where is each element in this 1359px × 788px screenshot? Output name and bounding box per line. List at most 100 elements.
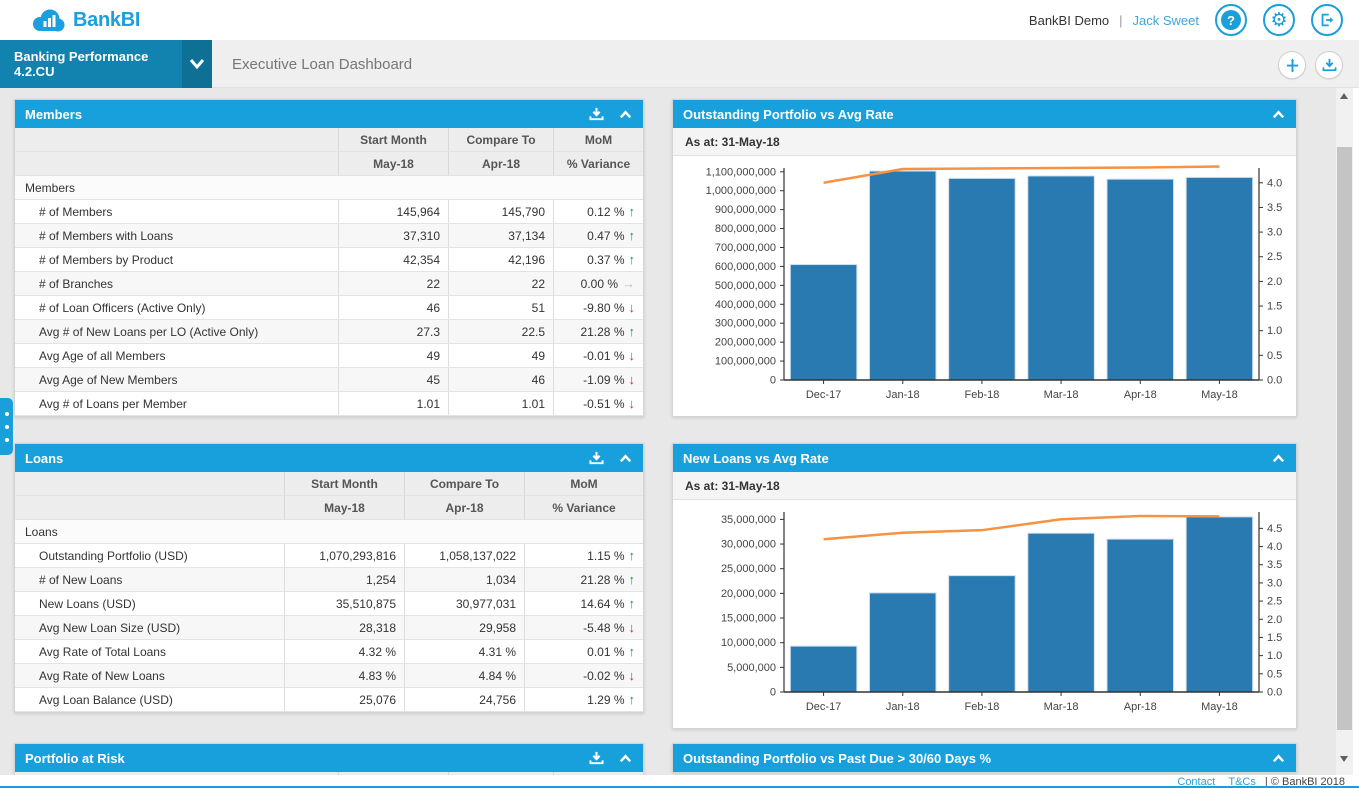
compare-to-value: 46 bbox=[448, 368, 553, 391]
compare-to-value: 30,977,031 bbox=[404, 592, 524, 615]
scroll-up-arrow[interactable] bbox=[1340, 93, 1348, 99]
download-icon[interactable] bbox=[589, 751, 604, 765]
table-row: Avg # of New Loans per LO (Active Only)2… bbox=[15, 320, 643, 344]
row-label[interactable]: # of Members bbox=[15, 200, 338, 223]
table-row: Avg New Loan Size (USD)28,31829,958-5.48… bbox=[15, 616, 643, 640]
help-button[interactable]: ? bbox=[1215, 4, 1247, 36]
filter-panel-handle[interactable] bbox=[0, 398, 13, 455]
y-tick-label: 400,000,000 bbox=[715, 299, 776, 311]
table-row: Outstanding Portfolio (USD)1,070,293,816… bbox=[15, 544, 643, 568]
add-button[interactable] bbox=[1278, 51, 1306, 79]
program-selector[interactable]: Banking Performance 4.2.CU bbox=[0, 40, 182, 88]
logout-button[interactable] bbox=[1311, 4, 1343, 36]
y2-tick-label: 0.5 bbox=[1267, 668, 1282, 680]
table-subheader-row: May-18Apr-18% Variance bbox=[15, 152, 643, 176]
y2-tick-label: 2.0 bbox=[1267, 614, 1282, 626]
portfolio-at-risk-panel: Portfolio at Risk bbox=[14, 743, 644, 776]
trend-down-icon: ↓ bbox=[629, 373, 636, 386]
bar bbox=[1186, 177, 1253, 380]
scrollbar[interactable] bbox=[1336, 88, 1353, 775]
variance-value: 21.28 %↑ bbox=[524, 568, 643, 591]
avg-rate-line bbox=[824, 516, 1220, 539]
bar bbox=[1186, 517, 1253, 692]
members-table: Start MonthCompare ToMoMMay-18Apr-18% Va… bbox=[15, 128, 643, 416]
row-label[interactable]: Avg # of Loans per Member bbox=[15, 392, 338, 415]
row-label[interactable]: # of Branches bbox=[15, 272, 338, 295]
outstanding-portfolio-vs-avg-rate-chart: 0100,000,000200,000,000300,000,000400,00… bbox=[684, 160, 1285, 412]
plus-icon bbox=[1285, 58, 1300, 73]
y-tick-label: 500,000,000 bbox=[715, 280, 776, 292]
column-subheader: % Variance bbox=[524, 496, 643, 519]
download-icon[interactable] bbox=[589, 451, 604, 465]
row-label[interactable]: Avg New Loan Size (USD) bbox=[15, 616, 284, 639]
as-at-label: As at: 31-May-18 bbox=[673, 128, 1296, 156]
program-dropdown-button[interactable] bbox=[182, 40, 212, 88]
x-tick-label: Apr-18 bbox=[1124, 389, 1157, 401]
y2-tick-label: 4.0 bbox=[1267, 177, 1282, 189]
y-tick-label: 1,000,000,000 bbox=[706, 185, 776, 197]
compare-to-value: 29,958 bbox=[404, 616, 524, 639]
compare-to-value: 37,134 bbox=[448, 224, 553, 247]
collapse-icon[interactable] bbox=[618, 108, 633, 120]
trend-down-icon: ↓ bbox=[629, 349, 636, 362]
trend-up-icon: ↑ bbox=[629, 205, 636, 218]
table-row: Avg # of Loans per Member1.011.01-0.51 %… bbox=[15, 392, 643, 416]
row-label[interactable]: Avg Age of all Members bbox=[15, 344, 338, 367]
column-header: Start Month bbox=[284, 472, 404, 495]
y-tick-label: 10,000,000 bbox=[721, 637, 776, 649]
x-tick-label: Dec-17 bbox=[806, 389, 841, 401]
column-header: MoM bbox=[553, 128, 643, 151]
bar bbox=[949, 178, 1016, 380]
row-label[interactable]: # of Members by Product bbox=[15, 248, 338, 271]
trend-up-icon: ↑ bbox=[629, 253, 636, 266]
row-label[interactable]: # of Members with Loans bbox=[15, 224, 338, 247]
settings-button[interactable]: ⚙ bbox=[1263, 4, 1295, 36]
contact-link[interactable]: Contact bbox=[1177, 776, 1215, 786]
new-loans-chart-panel: New Loans vs Avg Rate As at: 31-May-18 0… bbox=[672, 443, 1297, 729]
row-label[interactable]: # of Loan Officers (Active Only) bbox=[15, 296, 338, 319]
start-month-value: 25,076 bbox=[284, 688, 404, 711]
account-name: BankBI Demo bbox=[1029, 13, 1109, 28]
loans-panel: Loans Start MonthCompare ToMoMMay-18Apr-… bbox=[14, 443, 644, 713]
column-header: Start Month bbox=[338, 128, 448, 151]
row-label[interactable]: New Loans (USD) bbox=[15, 592, 284, 615]
scrollbar-thumb[interactable] bbox=[1337, 147, 1352, 730]
user-link[interactable]: Jack Sweet bbox=[1133, 13, 1199, 28]
y2-tick-label: 3.5 bbox=[1267, 202, 1282, 214]
collapse-icon[interactable] bbox=[618, 752, 633, 764]
trend-down-icon: ↓ bbox=[629, 397, 636, 410]
table-row: # of Members with Loans37,31037,1340.47 … bbox=[15, 224, 643, 248]
corner-cell bbox=[15, 128, 338, 151]
collapse-icon[interactable] bbox=[1271, 108, 1286, 120]
row-label[interactable]: Avg Loan Balance (USD) bbox=[15, 688, 284, 711]
export-button[interactable] bbox=[1315, 51, 1343, 79]
loans-panel-header: Loans bbox=[15, 444, 643, 472]
table-header-row: Start MonthCompare ToMoM bbox=[15, 128, 643, 152]
corner-cell bbox=[15, 496, 284, 519]
question-icon: ? bbox=[1221, 10, 1241, 30]
row-label[interactable]: Avg Rate of Total Loans bbox=[15, 640, 284, 663]
trend-down-icon: ↓ bbox=[629, 301, 636, 314]
download-icon[interactable] bbox=[589, 107, 604, 121]
collapse-icon[interactable] bbox=[1271, 452, 1286, 464]
y-tick-label: 300,000,000 bbox=[715, 318, 776, 330]
trend-up-icon: ↑ bbox=[629, 693, 636, 706]
bar bbox=[1107, 179, 1174, 380]
terms-link[interactable]: T&Cs bbox=[1228, 776, 1256, 786]
row-label[interactable]: Outstanding Portfolio (USD) bbox=[15, 544, 284, 567]
collapse-icon[interactable] bbox=[1271, 752, 1286, 764]
row-label[interactable]: Avg Rate of New Loans bbox=[15, 664, 284, 687]
copyright: | © BankBI 2018 bbox=[1265, 776, 1345, 786]
empty-cell bbox=[338, 176, 448, 199]
row-label[interactable]: Avg # of New Loans per LO (Active Only) bbox=[15, 320, 338, 343]
brand-cloud-icon bbox=[30, 8, 66, 33]
bar bbox=[1028, 533, 1095, 692]
column-header: Compare To bbox=[448, 128, 553, 151]
corner-cell bbox=[15, 152, 338, 175]
row-label[interactable]: Avg Age of New Members bbox=[15, 368, 338, 391]
scroll-down-arrow[interactable] bbox=[1340, 756, 1348, 762]
collapse-icon[interactable] bbox=[618, 452, 633, 464]
row-label[interactable]: # of New Loans bbox=[15, 568, 284, 591]
chart-title: Outstanding Portfolio vs Avg Rate bbox=[683, 107, 894, 122]
table-row: New Loans (USD)35,510,87530,977,03114.64… bbox=[15, 592, 643, 616]
